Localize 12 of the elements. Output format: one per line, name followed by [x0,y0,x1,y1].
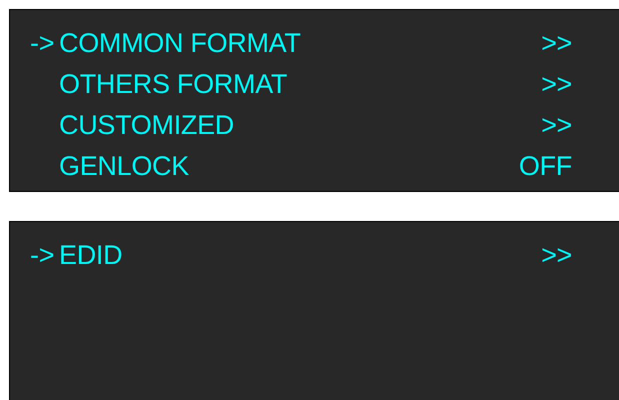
menu-item[interactable]: CUSTOMIZED [59,112,542,139]
menu-value: >> [541,112,572,139]
menu-value: >> [541,30,572,57]
menu-value: >> [541,71,572,98]
menu-item[interactable]: OTHERS FORMAT [59,71,542,98]
cursor-marker: -> [30,30,56,57]
cursor-marker: -> [30,242,56,269]
menu-item[interactable]: EDID [59,242,542,269]
menu-value: OFF [518,153,572,180]
menu-value: >> [541,242,572,269]
menu-item[interactable]: GENLOCK [59,153,519,180]
menu-item[interactable]: COMMON FORMAT [59,30,542,57]
